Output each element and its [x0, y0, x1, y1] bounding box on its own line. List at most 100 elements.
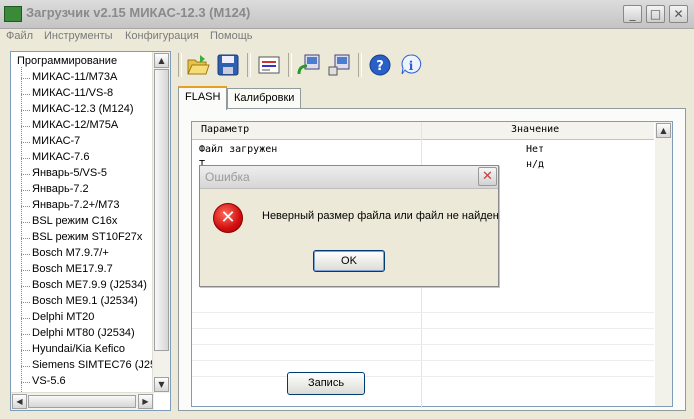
- error-dialog: Ошибка ✕ ✕ Неверный размер файла или фай…: [199, 165, 499, 287]
- svg-text:?: ?: [376, 59, 384, 74]
- dialog-title-bar: Ошибка ✕: [200, 166, 498, 189]
- tree-item[interactable]: Delphi MT20: [32, 311, 94, 323]
- save-disk-icon[interactable]: [215, 52, 241, 78]
- tree-item[interactable]: МИКАС-11/M73A: [32, 71, 117, 83]
- window-title: Загрузчик v2.15 МИКАС-12.3 (M124): [26, 5, 251, 20]
- toolbar-separator: [247, 53, 251, 77]
- grid-row-line: [192, 312, 654, 313]
- tree-branch-line: [21, 126, 30, 127]
- tree-vertical-scrollbar[interactable]: ▲ ▼: [152, 52, 170, 393]
- tree-item[interactable]: Bosch ME9.1 (J2534): [32, 295, 138, 307]
- tree-branch-line: [21, 94, 30, 95]
- dialog-title: Ошибка: [205, 170, 250, 184]
- close-button[interactable]: ✕: [669, 5, 688, 23]
- tree-item[interactable]: МИКАС-12.3 (M124): [32, 103, 134, 115]
- tree-branch-line: [21, 366, 30, 367]
- menu-file[interactable]: Файл: [6, 30, 33, 42]
- tree-branch-line: [21, 110, 30, 111]
- tree-branch-line: [21, 334, 30, 335]
- tree-item[interactable]: МИКАС-7.6: [32, 151, 89, 163]
- grid-vertical-scrollbar[interactable]: ▲: [655, 122, 672, 406]
- tree-branch-line: [21, 222, 30, 223]
- scroll-down-icon[interactable]: ▼: [154, 377, 169, 392]
- tree-branch-line: [21, 238, 30, 239]
- open-folder-icon[interactable]: [185, 52, 211, 78]
- tree-item[interactable]: Bosch ME17.9.7: [32, 263, 113, 275]
- tab-calibrations[interactable]: Калибровки: [227, 88, 302, 109]
- menu-configuration[interactable]: Конфигурация: [125, 30, 199, 42]
- info-icon[interactable]: i: [398, 52, 424, 78]
- tree-branch-line: [21, 270, 30, 271]
- tree-branch-line: [21, 190, 30, 191]
- grid-row-line: [192, 376, 654, 377]
- toolbar-grip: [178, 53, 182, 77]
- tree-item[interactable]: Январь-7.2+/M73: [32, 199, 120, 211]
- hscroll-thumb[interactable]: [28, 395, 136, 408]
- tree-horizontal-scrollbar[interactable]: ◀ ▶: [11, 392, 154, 410]
- tree-item[interactable]: МИКАС-7: [32, 135, 80, 147]
- row-value: Нет: [526, 144, 545, 155]
- tree-branch-line: [21, 78, 30, 79]
- tree-branch-line: [21, 302, 30, 303]
- error-icon: ✕: [213, 203, 243, 233]
- grid-header: Параметр Значение: [192, 122, 654, 140]
- tree-branch-line: [21, 350, 30, 351]
- scroll-thumb[interactable]: [154, 69, 169, 351]
- tree-branch-line: [21, 206, 30, 207]
- scroll-up-icon[interactable]: ▲: [154, 53, 169, 68]
- tree-connector-line: [21, 67, 22, 392]
- tree-branch-line: [21, 382, 30, 383]
- tree-item[interactable]: Delphi MT80 (J2534): [32, 327, 135, 339]
- tree-branch-line: [21, 286, 30, 287]
- tree-branch-line: [21, 318, 30, 319]
- ok-button[interactable]: OK: [313, 250, 385, 272]
- header-parameter[interactable]: Параметр: [201, 124, 249, 135]
- grid-row-line: [192, 360, 654, 361]
- menu-help[interactable]: Помощь: [210, 30, 253, 42]
- tree-branch-line: [21, 254, 30, 255]
- toolbar-separator: [288, 53, 292, 77]
- tree-branch-line: [21, 142, 30, 143]
- scroll-left-icon[interactable]: ◀: [12, 394, 27, 409]
- scroll-right-icon[interactable]: ▶: [138, 394, 153, 409]
- tree-item[interactable]: Январь-5/VS-5: [32, 167, 107, 179]
- write-button[interactable]: Запись: [287, 372, 365, 395]
- device-tree-panel[interactable]: Программирование МИКАС-11/M73A МИКАС-11/V…: [10, 51, 171, 411]
- grid-row-line: [192, 328, 654, 329]
- tree-item[interactable]: Bosch M7.9.7/+: [32, 247, 109, 259]
- row-param: Файл загружен: [199, 144, 278, 155]
- tree-item[interactable]: Hyundai/Kia Kefico: [32, 343, 125, 355]
- title-bar: Загрузчик v2.15 МИКАС-12.3 (M124) _ □ ✕: [0, 0, 694, 29]
- header-value[interactable]: Значение: [511, 124, 559, 135]
- tab-flash[interactable]: FLASH: [178, 86, 228, 110]
- tree-item[interactable]: VS-5.6: [32, 375, 66, 387]
- minimize-button[interactable]: _: [623, 5, 642, 23]
- config-icon[interactable]: [256, 52, 282, 78]
- disconnect-icon[interactable]: [326, 52, 352, 78]
- toolbar-separator: [358, 53, 362, 77]
- device-tree[interactable]: Программирование МИКАС-11/M73A МИКАС-11/V…: [11, 52, 154, 392]
- dialog-message: Неверный размер файла или файл не найден: [262, 210, 499, 222]
- help-icon[interactable]: ?: [367, 52, 393, 78]
- scroll-up-icon[interactable]: ▲: [656, 123, 671, 138]
- menu-bar: Файл Инструменты Конфигурация Помощь: [0, 28, 694, 46]
- maximize-button[interactable]: □: [646, 5, 665, 23]
- svg-text:i: i: [409, 59, 414, 73]
- tree-item[interactable]: BSL режим C16x: [32, 215, 117, 227]
- tree-item[interactable]: МИКАС-12/M75A: [32, 119, 118, 131]
- menu-tools[interactable]: Инструменты: [44, 30, 113, 42]
- connect-icon[interactable]: [296, 52, 322, 78]
- tree-item[interactable]: Январь-7.2: [32, 183, 89, 195]
- tree-item[interactable]: BSL режим ST10F27x: [32, 231, 142, 243]
- tree-item[interactable]: Bosch ME7.9.9 (J2534): [32, 279, 147, 291]
- tree-item[interactable]: МИКАС-11/VS-8: [32, 87, 113, 99]
- app-icon: [4, 6, 22, 22]
- row-value: н/д: [526, 159, 545, 170]
- grid-row-line: [192, 344, 654, 345]
- tree-branch-line: [21, 158, 30, 159]
- dialog-close-button[interactable]: ✕: [478, 167, 497, 186]
- tree-root[interactable]: Программирование: [17, 55, 117, 67]
- tree-item[interactable]: Siemens SIMTEC76 (J2534): [32, 359, 154, 371]
- toolbar: ? i: [178, 50, 428, 80]
- tree-branch-line: [21, 174, 30, 175]
